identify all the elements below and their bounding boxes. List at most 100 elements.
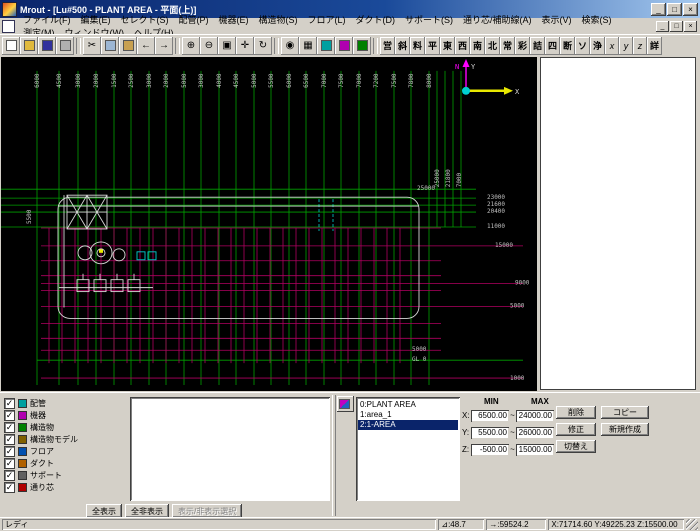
close-button[interactable]: ×	[683, 3, 698, 16]
copy-button[interactable]: コピー	[601, 406, 649, 419]
range-z-max-field[interactable]	[516, 444, 554, 456]
menu-item-10[interactable]: 表示(V)	[537, 14, 577, 26]
range-x-max-field[interactable]	[516, 410, 554, 422]
menu-item-2[interactable]: セレクト(S)	[116, 14, 174, 26]
min-header: MIN	[484, 397, 499, 406]
range-row-y: Y:~	[462, 424, 554, 441]
cut-icon[interactable]: ✂	[83, 37, 101, 55]
svg-text:7800: 7800	[408, 73, 415, 88]
window-controls: _ □ ×	[651, 3, 698, 16]
layer-checkbox-2[interactable]: ✓	[4, 422, 15, 433]
layer-checkbox-7[interactable]: ✓	[4, 482, 15, 493]
object-list[interactable]	[130, 397, 330, 501]
view-button-6[interactable]: 南	[470, 37, 485, 55]
menu-item-3[interactable]: 配管(P)	[174, 14, 214, 26]
menu-item-6[interactable]: フロア(L)	[303, 14, 351, 26]
range-z-min-field[interactable]	[471, 444, 509, 456]
menu-item-8[interactable]: サポート(S)	[400, 14, 458, 26]
area-list-item-2[interactable]: 2:1-AREA	[358, 420, 458, 430]
layer-checkbox-4[interactable]: ✓	[4, 446, 15, 457]
menu-item-0[interactable]: ファイル(F)	[18, 14, 76, 26]
switch-button[interactable]: 切替え	[556, 440, 596, 453]
zoom-extents-icon[interactable]: ▣	[218, 37, 236, 55]
view-button-7[interactable]: 北	[485, 37, 500, 55]
view-button-13[interactable]: ソ	[575, 37, 590, 55]
menu-item-9[interactable]: 通り芯/補助線(A)	[458, 14, 537, 26]
delete-button[interactable]: 削除	[556, 406, 596, 419]
svg-text:25000: 25000	[434, 169, 441, 187]
equipment-icon[interactable]	[335, 37, 353, 55]
status-ready: レディ	[2, 519, 436, 530]
view-button-4[interactable]: 東	[440, 37, 455, 55]
structure-icon[interactable]	[353, 37, 371, 55]
menu-item-7[interactable]: ダクト(D)	[351, 14, 401, 26]
axis-button-x[interactable]: x	[605, 37, 619, 55]
layer-checkbox-3[interactable]: ✓	[4, 434, 15, 445]
view-button-12[interactable]: 断	[560, 37, 575, 55]
side-list-panel[interactable]	[540, 57, 696, 390]
modify-button[interactable]: 修正	[556, 423, 596, 436]
menu-item-5[interactable]: 構造物(S)	[254, 14, 303, 26]
menu-item-11[interactable]: 検索(S)	[577, 14, 617, 26]
create-new-button[interactable]: 新規作成	[601, 423, 649, 436]
layer-checkbox-1[interactable]: ✓	[4, 410, 15, 421]
view-button-5[interactable]: 西	[455, 37, 470, 55]
svg-text:1500: 1500	[111, 73, 118, 88]
area-list-item-1[interactable]: 1:area_1	[358, 410, 458, 420]
show-all-button[interactable]: 全表示	[86, 504, 122, 518]
redraw-icon[interactable]: ↻	[254, 37, 272, 55]
pan-icon[interactable]: ✛	[236, 37, 254, 55]
panel-splitter[interactable]	[332, 395, 336, 516]
child-restore-button[interactable]: □	[670, 21, 683, 32]
undo-icon[interactable]: ←	[137, 37, 155, 55]
view-button-8[interactable]: 常	[500, 37, 515, 55]
view-button-0[interactable]: 営	[380, 37, 395, 55]
area-list[interactable]: 0:PLANT AREA1:area_12:1-AREA	[356, 397, 460, 501]
view-button-10[interactable]: 詰	[530, 37, 545, 55]
new-file-icon[interactable]	[2, 37, 20, 55]
axis-button-y[interactable]: y	[619, 37, 633, 55]
print-icon[interactable]	[56, 37, 74, 55]
redo-icon[interactable]: →	[155, 37, 173, 55]
menu-item-1[interactable]: 編集(E)	[76, 14, 116, 26]
svg-text:3000: 3000	[146, 73, 153, 88]
view-button-14[interactable]: 浄	[590, 37, 605, 55]
view-button-1[interactable]: 斜	[395, 37, 410, 55]
zoom-in-icon[interactable]: ⊕	[182, 37, 200, 55]
svg-text:GL 0: GL 0	[412, 356, 427, 363]
area-tool-button[interactable]	[337, 396, 354, 412]
layer-label: ダクト	[30, 458, 54, 469]
toolbar-separator	[175, 38, 180, 54]
pipe-route-icon[interactable]	[317, 37, 335, 55]
document-icon	[2, 20, 15, 33]
layer-checkbox-5[interactable]: ✓	[4, 458, 15, 469]
range-y-min-field[interactable]	[471, 427, 509, 439]
zoom-out-icon[interactable]: ⊖	[200, 37, 218, 55]
save-icon[interactable]	[38, 37, 56, 55]
view-button-9[interactable]: 彩	[515, 37, 530, 55]
detail-button[interactable]: 詳	[647, 37, 662, 55]
paste-icon[interactable]	[119, 37, 137, 55]
layer-checkbox-0[interactable]: ✓	[4, 398, 15, 409]
show-hide-select-button[interactable]: 表示/非表示選択	[172, 504, 242, 518]
copy-icon[interactable]	[101, 37, 119, 55]
view-button-11[interactable]: 四	[545, 37, 560, 55]
child-close-button[interactable]: ×	[684, 21, 697, 32]
range-y-max-field[interactable]	[516, 427, 554, 439]
range-x-min-field[interactable]	[471, 410, 509, 422]
view-button-3[interactable]: 平	[425, 37, 440, 55]
resize-grip[interactable]	[686, 519, 698, 530]
open-folder-icon[interactable]	[20, 37, 38, 55]
menu-item-4[interactable]: 機器(E)	[214, 14, 254, 26]
grid-icon[interactable]: ▦	[299, 37, 317, 55]
hide-all-button[interactable]: 全非表示	[125, 504, 169, 518]
cad-viewport[interactable]: 6000450030002000150025003000200050003000…	[1, 57, 537, 391]
pipe-icon	[18, 399, 27, 408]
maximize-button[interactable]: □	[667, 3, 682, 16]
visibility-eye-icon[interactable]: ◉	[281, 37, 299, 55]
child-minimize-button[interactable]: _	[656, 21, 669, 32]
area-list-item-0[interactable]: 0:PLANT AREA	[358, 400, 458, 410]
view-button-2[interactable]: 料	[410, 37, 425, 55]
axis-button-z[interactable]: z	[633, 37, 647, 55]
layer-checkbox-6[interactable]: ✓	[4, 470, 15, 481]
